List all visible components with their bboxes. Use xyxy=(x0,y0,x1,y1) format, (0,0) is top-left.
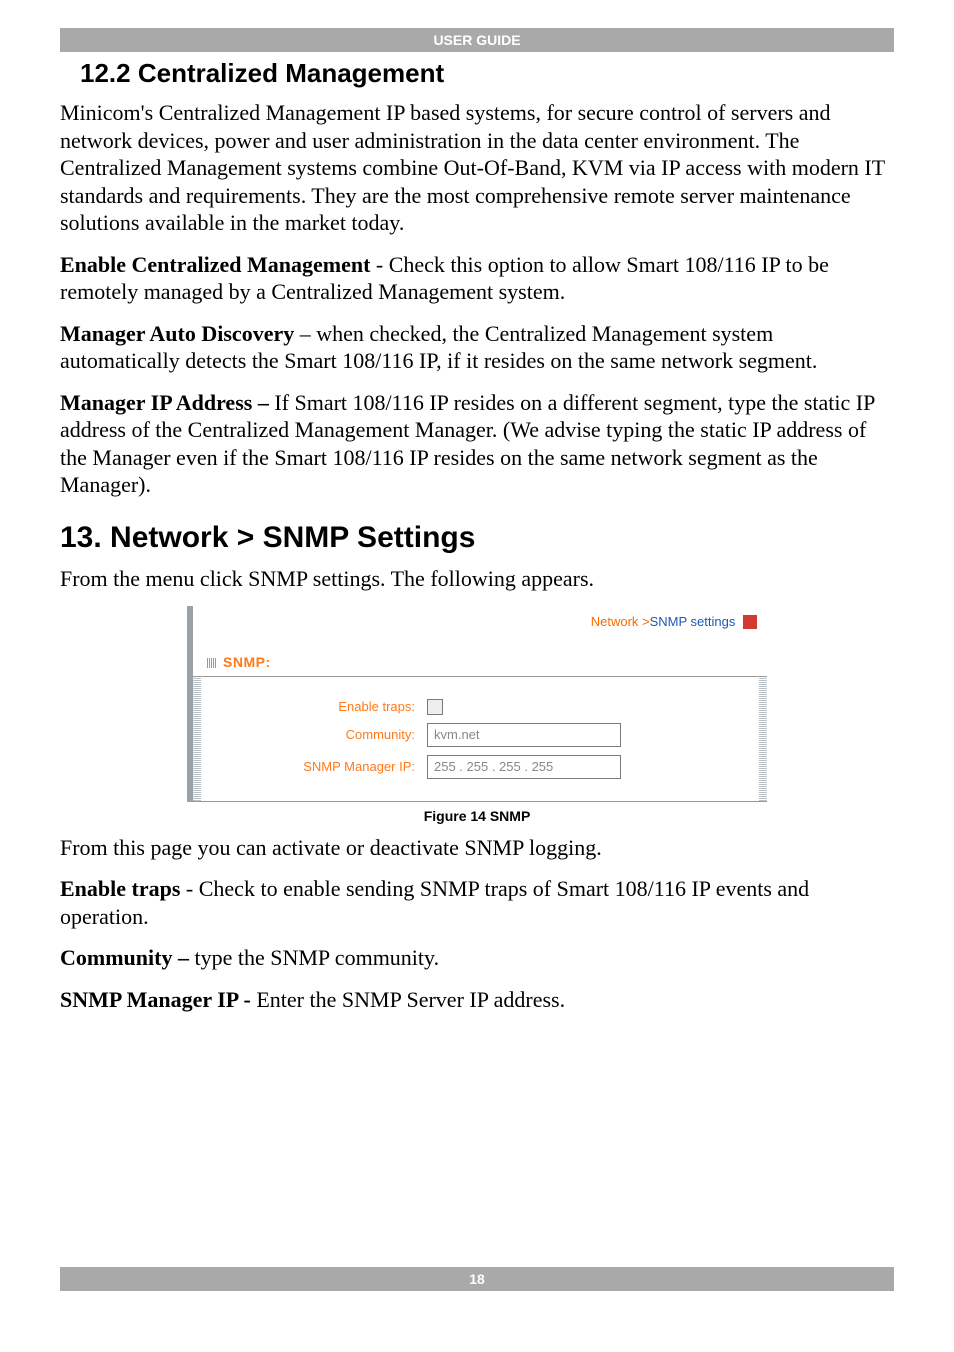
breadcrumb-network: Network > xyxy=(591,614,650,629)
snmp-panel-title: SNMP: xyxy=(193,654,767,676)
figure-caption: Figure 14 SNMP xyxy=(187,808,767,824)
lead-manager-ip-address: Manager IP Address – xyxy=(60,390,269,415)
lead-enable-traps: Enable traps xyxy=(60,876,180,901)
paragraph-manager-auto-discovery: Manager Auto Discovery – when checked, t… xyxy=(60,320,894,375)
paragraph-community: Community – type the SNMP community. xyxy=(60,944,894,972)
breadcrumb: Network >SNMP settings xyxy=(193,606,767,654)
paragraph-enable-traps: Enable traps - Check to enable sending S… xyxy=(60,875,894,930)
paragraph-13-post: From this page you can activate or deact… xyxy=(60,834,894,862)
breadcrumb-page: SNMP settings xyxy=(650,614,736,629)
snmp-bullet-icon xyxy=(207,658,217,668)
paragraph-manager-ip-address: Manager IP Address – If Smart 108/116 IP… xyxy=(60,389,894,499)
label-community: Community: xyxy=(205,727,427,742)
heading-13: 13. Network > SNMP Settings xyxy=(60,521,894,555)
snmp-title-text: SNMP: xyxy=(223,654,271,670)
row-enable-traps: Enable traps: xyxy=(205,699,755,715)
paragraph-12-2-intro: Minicom's Centralized Management IP base… xyxy=(60,99,894,237)
enable-traps-checkbox[interactable] xyxy=(427,699,443,715)
row-manager-ip: SNMP Manager IP: xyxy=(205,755,755,779)
breadcrumb-badge-icon xyxy=(743,615,757,629)
paragraph-snmp-manager-ip: SNMP Manager IP - Enter the SNMP Server … xyxy=(60,986,894,1014)
page-footer-bar: 18 xyxy=(60,1267,894,1291)
lead-enable-centralized: Enable Centralized Management xyxy=(60,252,370,277)
snmp-form: Enable traps: Community: SNMP Manager IP… xyxy=(193,676,767,802)
label-enable-traps: Enable traps: xyxy=(205,699,427,714)
heading-12-2: 12.2 Centralized Management xyxy=(80,58,894,89)
page-header-bar: USER GUIDE xyxy=(60,28,894,52)
figure-14-snmp: Network >SNMP settings SNMP: Enable trap… xyxy=(187,606,767,824)
paragraph-enable-centralized: Enable Centralized Management - Check th… xyxy=(60,251,894,306)
rest-snmp-manager-ip: Enter the SNMP Server IP address. xyxy=(251,987,565,1012)
rest-community: type the SNMP community. xyxy=(189,945,439,970)
label-manager-ip: SNMP Manager IP: xyxy=(205,759,427,774)
page-content: 12.2 Centralized Management Minicom's Ce… xyxy=(0,58,954,1067)
snmp-panel: Network >SNMP settings SNMP: Enable trap… xyxy=(187,606,767,802)
header-title: USER GUIDE xyxy=(433,32,520,48)
row-community: Community: xyxy=(205,723,755,747)
page-number: 18 xyxy=(469,1271,485,1287)
lead-snmp-manager-ip: SNMP Manager IP - xyxy=(60,987,251,1012)
community-input[interactable] xyxy=(427,723,621,747)
lead-community: Community – xyxy=(60,945,189,970)
lead-manager-auto-discovery: Manager Auto Discovery xyxy=(60,321,294,346)
manager-ip-input[interactable] xyxy=(427,755,621,779)
paragraph-13-intro: From the menu click SNMP settings. The f… xyxy=(60,565,894,593)
